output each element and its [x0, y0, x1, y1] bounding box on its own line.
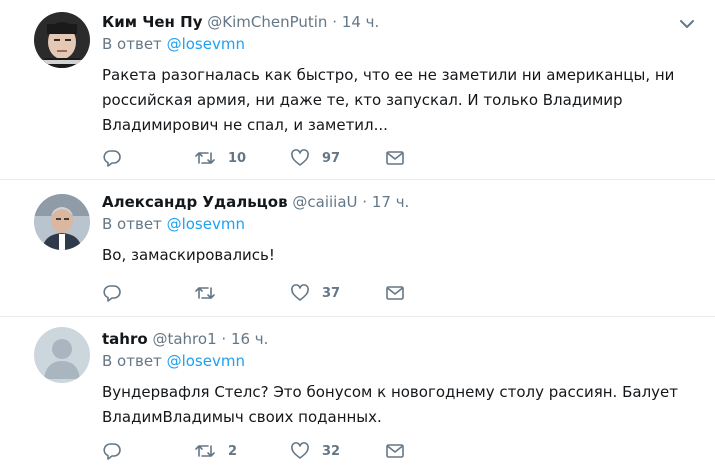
reply-icon — [103, 443, 121, 460]
reply-button[interactable] — [102, 148, 122, 168]
separator-dot: · — [332, 13, 337, 31]
tweet-text-line: российская армия, ни даже те, кто запуск… — [102, 91, 623, 109]
retweet-count: 10 — [228, 150, 247, 166]
direct-message-button[interactable] — [385, 283, 405, 303]
reply-context: В ответ @losevmn — [102, 351, 699, 371]
like-count: 97 — [322, 150, 341, 166]
chevron-down-icon[interactable] — [677, 14, 697, 34]
tweet[interactable]: tahro @tahro1 · 16 ч. В ответ @losevmn В… — [0, 317, 715, 468]
author-name[interactable]: Ким Чен Пу — [102, 13, 202, 31]
reply-icon — [103, 150, 121, 167]
reply-button[interactable] — [102, 283, 122, 303]
retweet-button[interactable] — [194, 283, 228, 303]
tweet-text-line: Владимирович не спал, и заметил... — [102, 116, 388, 134]
reply-context: В ответ @losevmn — [102, 214, 699, 234]
reply-mention-link[interactable]: @losevmn — [167, 35, 245, 53]
tweet-text: Ракета разогналась как быстро, что ее не… — [102, 63, 682, 138]
timestamp[interactable]: 16 ч. — [231, 330, 269, 348]
like-button[interactable]: 97 — [290, 148, 340, 168]
timestamp[interactable]: 14 ч. — [342, 13, 380, 31]
avatar[interactable] — [34, 194, 90, 250]
reply-icon — [103, 285, 121, 302]
like-button[interactable]: 37 — [290, 283, 340, 303]
author-name[interactable]: tahro — [102, 330, 148, 348]
reply-context: В ответ @losevmn — [102, 34, 699, 54]
direct-message-icon — [386, 286, 404, 300]
author-handle[interactable]: @KimChenPutin — [207, 13, 327, 31]
tweet-text: Во, замаскировались! — [102, 243, 682, 268]
tweet[interactable]: Александр Удальцов @caiiiaU · 17 ч. В от… — [0, 180, 715, 317]
direct-message-icon — [386, 444, 404, 458]
reply-button[interactable] — [102, 441, 122, 461]
retweet-button[interactable]: 10 — [194, 148, 246, 168]
like-count: 37 — [322, 285, 341, 301]
reply-prefix: В ответ — [102, 215, 162, 233]
like-count: 32 — [322, 443, 341, 459]
avatar[interactable] — [34, 327, 90, 383]
tweet[interactable]: Ким Чен Пу @KimChenPutin · 14 ч. В ответ… — [0, 0, 715, 180]
reply-prefix: В ответ — [102, 35, 162, 53]
separator-dot: · — [221, 330, 227, 348]
tweet-text: Вундервафля Стелс? Это бонусом к новогод… — [102, 380, 682, 430]
direct-message-button[interactable] — [385, 441, 405, 461]
retweet-count: 2 — [228, 443, 238, 459]
author-handle[interactable]: @tahro1 — [152, 330, 216, 348]
tweet-header: tahro @tahro1 · 16 ч. — [102, 329, 699, 349]
like-button[interactable]: 32 — [290, 441, 340, 461]
tweet-header: Ким Чен Пу @KimChenPutin · 14 ч. — [102, 12, 699, 32]
tweet-text-line: Вундервафля Стелс? Это бонусом к новогод… — [102, 383, 678, 401]
author-name[interactable]: Александр Удальцов — [102, 193, 288, 211]
direct-message-icon — [386, 151, 404, 165]
reply-mention-link[interactable]: @losevmn — [167, 352, 245, 370]
separator-dot: · — [362, 193, 368, 211]
reply-mention-link[interactable]: @losevmn — [167, 215, 245, 233]
direct-message-button[interactable] — [385, 148, 405, 168]
retweet-icon — [195, 287, 215, 299]
author-handle[interactable]: @caiiiaU — [292, 193, 357, 211]
timestamp[interactable]: 17 ч. — [372, 193, 410, 211]
tweet-text-line: Во, замаскировались! — [102, 246, 275, 264]
tweet-text-line: ВладимВладимыч своих поданных. — [102, 408, 382, 426]
retweet-icon — [195, 152, 215, 164]
like-icon — [291, 442, 309, 459]
retweet-button[interactable]: 2 — [194, 441, 237, 461]
reply-prefix: В ответ — [102, 352, 162, 370]
like-icon — [291, 149, 309, 166]
retweet-icon — [195, 445, 215, 457]
tweet-header: Александр Удальцов @caiiiaU · 17 ч. — [102, 192, 699, 212]
like-icon — [291, 284, 309, 301]
tweet-text-line: Ракета разогналась как быстро, что ее не… — [102, 66, 675, 84]
avatar[interactable] — [34, 12, 90, 68]
